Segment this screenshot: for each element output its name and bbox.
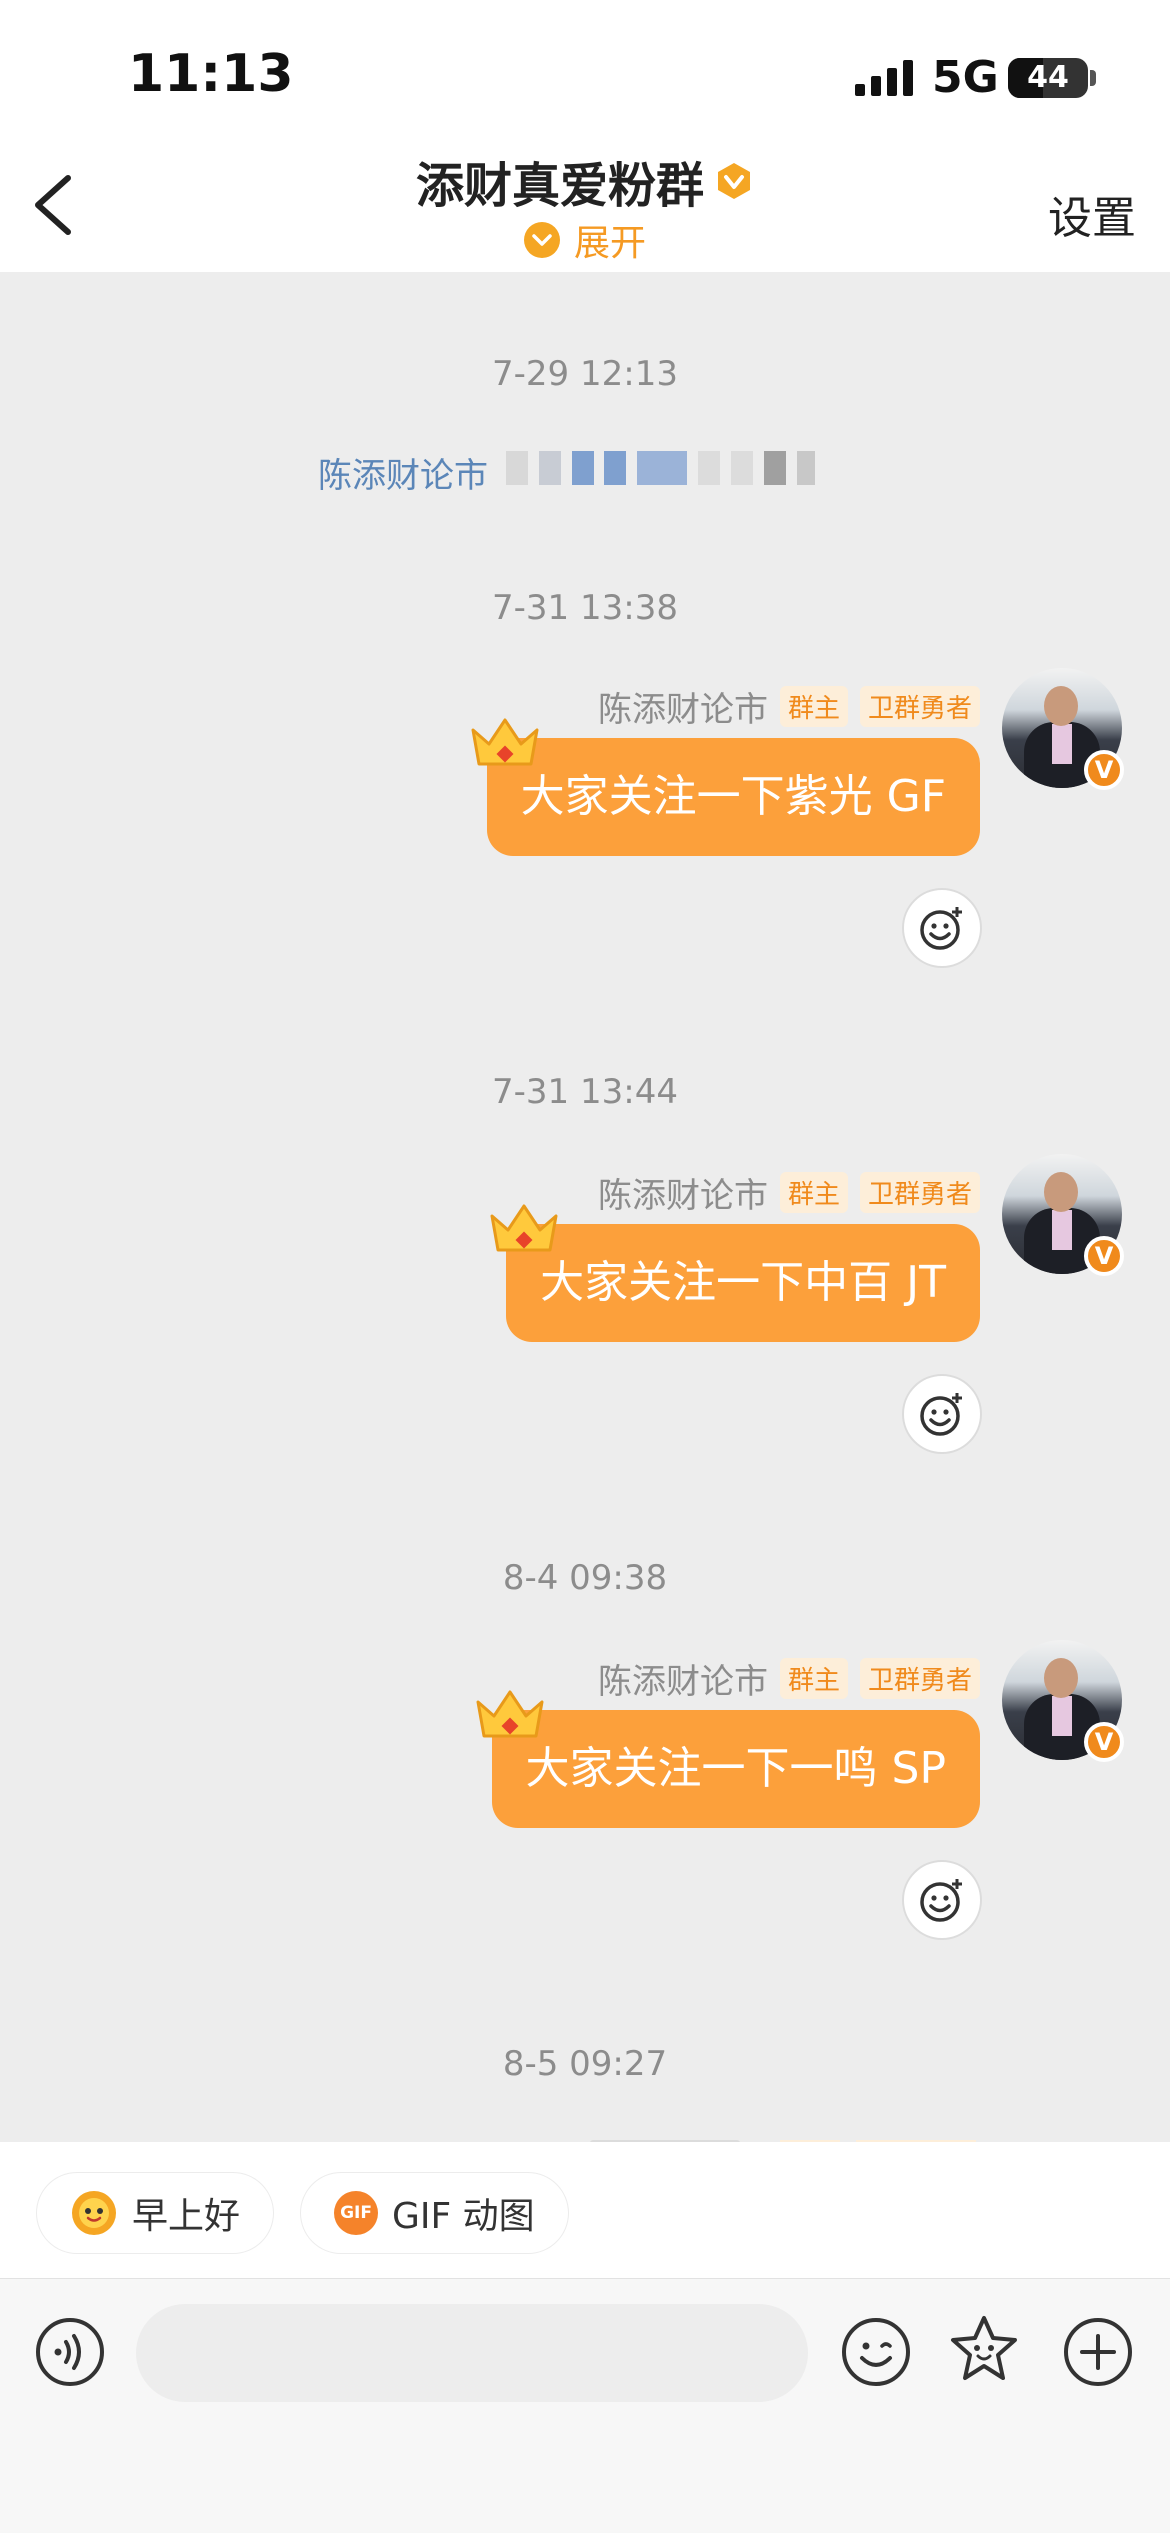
verified-badge-icon: V <box>1084 1236 1124 1276</box>
emoji-icon <box>842 2318 910 2386</box>
quick-reply-good-morning[interactable]: 早上好 <box>36 2172 275 2254</box>
sticker-button[interactable] <box>946 2312 1022 2392</box>
emoji-button[interactable] <box>840 2316 912 2392</box>
message-bubble[interactable]: 大家关注一下一鸣 SP <box>476 1690 980 1828</box>
message-input[interactable] <box>136 2304 808 2402</box>
message-text: 大家关注一下中百 JT <box>540 1257 946 1308</box>
crown-icon <box>471 718 539 766</box>
message-item: 陈添财论市 群主 卫群勇者 V 大家关注一下一鸣 SP <box>0 1640 1170 1954</box>
guardian-tag: 卫群勇者 <box>859 686 980 727</box>
emoji-add-icon <box>920 1393 962 1436</box>
voice-icon <box>36 2318 104 2386</box>
timestamp: 8-4 09:38 <box>502 1558 668 1598</box>
message-bubble[interactable]: 大家关注一下紫光 GF <box>471 718 980 856</box>
battery-tip <box>1090 70 1096 86</box>
expand-label: 展开 <box>573 223 646 264</box>
nav-title: 添财真爱粉群 <box>0 146 1170 216</box>
avatar[interactable]: V <box>1002 668 1124 790</box>
add-reaction-button[interactable] <box>902 1860 982 1940</box>
owner-tag: 群主 <box>779 1172 848 1213</box>
more-button[interactable] <box>1062 2316 1134 2392</box>
vip-badge-icon <box>718 163 750 199</box>
sender-name[interactable]: 陈添财论市 <box>598 682 768 731</box>
avatar[interactable]: V <box>1002 1640 1124 1762</box>
voice-button[interactable] <box>34 2316 106 2392</box>
message-text: 大家关注一下一鸣 SP <box>525 1743 946 1794</box>
signal-icon <box>855 60 917 100</box>
message-bubble[interactable]: 大家关注一下中百 JT <box>490 1204 980 1342</box>
timestamp: 7-31 13:44 <box>492 1072 678 1112</box>
partial-message <box>0 2138 1170 2142</box>
battery-percent: 44 <box>1027 60 1069 95</box>
verified-badge-icon: V <box>1084 1722 1124 1762</box>
message-item: 陈添财论市 群主 卫群勇者 V 大家关注一下紫光 GF <box>0 668 1170 982</box>
star-sticker-icon <box>951 2316 1017 2380</box>
quick-reply-label: 早上好 <box>132 2196 241 2237</box>
sun-face-icon <box>72 2191 116 2235</box>
message-item: 陈添财论市 群主 卫群勇者 V 大家关注一下中百 JT <box>0 1154 1170 1468</box>
battery-icon: 44 <box>1008 58 1088 98</box>
crown-icon <box>476 1690 544 1738</box>
quick-reply-label: GIF 动图 <box>392 2196 535 2237</box>
expand-toggle[interactable]: 展开 <box>0 214 1170 266</box>
avatar[interactable]: V <box>1002 1154 1124 1276</box>
owner-tag: 群主 <box>779 686 848 727</box>
add-reaction-button[interactable] <box>902 888 982 968</box>
timestamp: 7-31 13:38 <box>492 588 678 628</box>
message-text: 大家关注一下紫光 GF <box>520 771 946 822</box>
sender-name[interactable]: 陈添财论市 <box>598 1654 768 1703</box>
timestamp: 8-5 09:27 <box>502 2044 668 2084</box>
status-time: 11:13 <box>128 44 294 104</box>
guardian-tag: 卫群勇者 <box>859 1658 980 1699</box>
system-message: 陈添财论市 <box>318 448 815 497</box>
sender-name[interactable]: 陈添财论市 <box>598 1168 768 1217</box>
group-title: 添财真爱粉群 <box>415 158 704 214</box>
verified-badge-icon: V <box>1084 750 1124 790</box>
system-message-sender[interactable]: 陈添财论市 <box>318 448 488 497</box>
settings-button[interactable]: 设置 <box>1048 182 1136 246</box>
add-reaction-button[interactable] <box>902 1374 982 1454</box>
network-label: 5G <box>932 52 999 103</box>
guardian-tag: 卫群勇者 <box>859 1172 980 1213</box>
emoji-add-icon <box>920 907 962 950</box>
crown-icon <box>490 1204 558 1252</box>
emoji-add-icon <box>920 1879 962 1922</box>
gif-icon: GIF <box>334 2191 379 2235</box>
blurred-text <box>506 451 815 494</box>
chat-area[interactable]: 7-29 12:13 陈添财论市 7-31 13:38 陈添财论市 群主 卫群勇… <box>0 272 1170 2142</box>
quick-replies: 早上好 GIF GIF 动图 <box>36 2172 569 2254</box>
quick-reply-gif[interactable]: GIF GIF 动图 <box>300 2172 569 2254</box>
plus-icon <box>1064 2318 1132 2386</box>
chevron-down-icon <box>523 222 560 258</box>
timestamp: 7-29 12:13 <box>492 354 678 394</box>
owner-tag: 群主 <box>779 1658 848 1699</box>
